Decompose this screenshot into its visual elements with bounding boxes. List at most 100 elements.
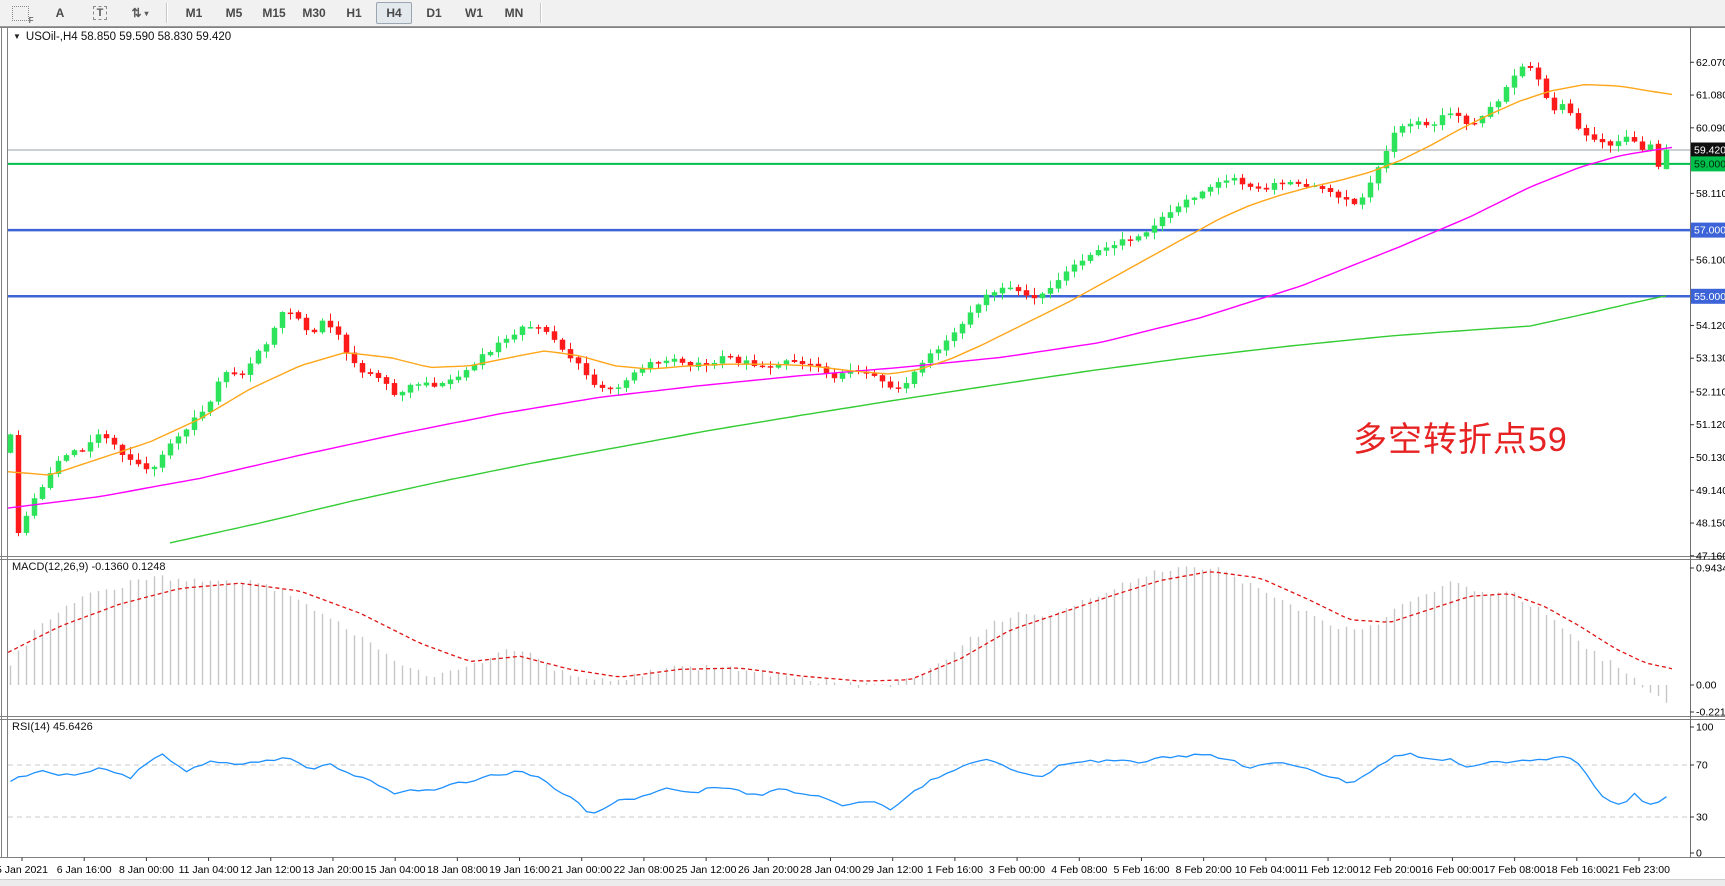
candle-up	[1096, 250, 1101, 255]
candle-down	[1032, 295, 1037, 298]
candle-up	[1208, 187, 1213, 191]
candle-down	[1024, 290, 1029, 295]
candle-up	[744, 361, 749, 364]
candle-up	[504, 339, 509, 342]
timeframe-button-m1[interactable]: M1	[176, 2, 212, 24]
candle-up	[320, 321, 325, 332]
candle-up	[424, 383, 429, 385]
candle-up	[400, 392, 405, 395]
chart-title-text: USOil-,H4 58.850 59.590 58.830 59.420	[26, 31, 231, 43]
candle-up	[48, 473, 53, 487]
macd-axis-label: 0.9434	[1696, 563, 1725, 575]
candle-up	[1360, 198, 1365, 205]
candle-down	[136, 460, 141, 464]
price-axis-label: 62.070	[1696, 57, 1725, 69]
candle-down	[760, 366, 765, 367]
time-axis-label: 16 Feb 00:00	[1421, 864, 1483, 876]
timeframe-button-m30[interactable]: M30	[296, 2, 332, 24]
candle-up	[1120, 240, 1125, 246]
time-axis-label: 1 Feb 16:00	[927, 864, 983, 876]
candle-up	[208, 402, 213, 412]
candle-up	[616, 388, 621, 389]
rsi-axis-label: 70	[1696, 760, 1708, 772]
price-axis-label: 56.100	[1696, 254, 1725, 266]
price-badge-label: 57.000	[1694, 225, 1725, 237]
horizontal-lines	[8, 150, 1690, 296]
candle-down	[1656, 144, 1661, 167]
candle-up	[1496, 102, 1501, 107]
candle-up	[408, 385, 413, 392]
candle-down	[304, 318, 309, 330]
time-axis-label: 5 Feb 16:00	[1113, 864, 1169, 876]
candle-up	[992, 292, 997, 295]
candle-down	[1536, 68, 1541, 79]
chevron-down-icon: ▾	[145, 9, 149, 18]
candle-up	[976, 305, 981, 313]
time-axis-label: 21 Feb 23:00	[1608, 864, 1670, 876]
candle-down	[1464, 116, 1469, 124]
text-tool-button[interactable]: T	[82, 2, 118, 24]
font-tool-button[interactable]: A	[42, 2, 78, 24]
candle-down	[560, 340, 565, 350]
candle-up	[456, 377, 461, 380]
price-badge-label: 59.420	[1694, 145, 1725, 157]
candle-up	[904, 383, 909, 388]
candle-up	[464, 370, 469, 377]
candle-up	[1200, 192, 1205, 198]
candle-up	[1048, 288, 1053, 293]
arrows-tool-button[interactable]: ⇅▾	[122, 2, 158, 24]
candle-up	[632, 373, 637, 381]
timeframe-button-h4[interactable]: H4	[376, 2, 412, 24]
candle-down	[1608, 141, 1613, 145]
candle-up	[264, 345, 269, 352]
candle-down	[1280, 183, 1285, 184]
arrows-icon: ⇅	[131, 6, 141, 20]
timeframe-button-m5[interactable]: M5	[216, 2, 252, 24]
candle-down	[608, 388, 613, 389]
time-axis-label: 6 Jan 16:00	[57, 864, 112, 876]
price-axis[interactable]: 62.07061.08060.09058.11056.10054.12053.1…	[1690, 57, 1725, 563]
candle-down	[600, 385, 605, 388]
candle-down	[1592, 135, 1597, 140]
price-axis-label: 51.120	[1696, 419, 1725, 431]
timeframe-button-d1[interactable]: D1	[416, 2, 452, 24]
candle-up	[1416, 122, 1421, 125]
candle-down	[584, 363, 589, 375]
candle-up	[1224, 181, 1229, 183]
candle-up	[912, 372, 917, 384]
macd-indicator-label: MACD(12,26,9) -0.1360 0.1248	[12, 561, 165, 573]
time-axis[interactable]: 5 Jan 20216 Jan 16:008 Jan 00:0011 Jan 0…	[0, 858, 1670, 877]
timeframe-button-h1[interactable]: H1	[336, 2, 372, 24]
time-axis-label: 22 Jan 08:00	[614, 864, 675, 876]
candle-up	[1080, 261, 1085, 265]
time-axis-label: 18 Feb 16:00	[1546, 864, 1608, 876]
candle-up	[88, 442, 93, 451]
candle-up	[496, 343, 501, 352]
candle-up	[176, 437, 181, 444]
candle-up	[1192, 198, 1197, 200]
timeframe-button-m15[interactable]: M15	[256, 2, 292, 24]
timeframe-button-mn[interactable]: MN	[496, 2, 532, 24]
candle-up	[1160, 217, 1165, 226]
timeframe-button-w1[interactable]: W1	[456, 2, 492, 24]
candle-up	[1104, 248, 1109, 251]
candle-up	[960, 324, 965, 333]
candle-up	[1184, 200, 1189, 207]
time-axis-label: 5 Jan 2021	[0, 864, 48, 876]
candle-up	[1232, 178, 1237, 180]
candle-down	[1456, 113, 1461, 116]
candle-down	[792, 360, 797, 361]
candle-up	[928, 354, 933, 363]
candle-down	[1320, 186, 1325, 188]
candle-up	[968, 313, 973, 325]
candle-down	[16, 435, 21, 533]
rsi-axis-label: 100	[1696, 722, 1714, 734]
grid-properties-icon[interactable]: F	[2, 2, 38, 24]
candle-down	[1576, 113, 1581, 128]
candle-up	[1112, 245, 1117, 248]
candle-up	[1144, 233, 1149, 237]
rsi-line	[11, 753, 1667, 813]
time-axis-label: 28 Jan 04:00	[800, 864, 861, 876]
collapse-triangle-icon[interactable]: ▼	[13, 32, 21, 41]
candle-down	[1568, 104, 1573, 113]
